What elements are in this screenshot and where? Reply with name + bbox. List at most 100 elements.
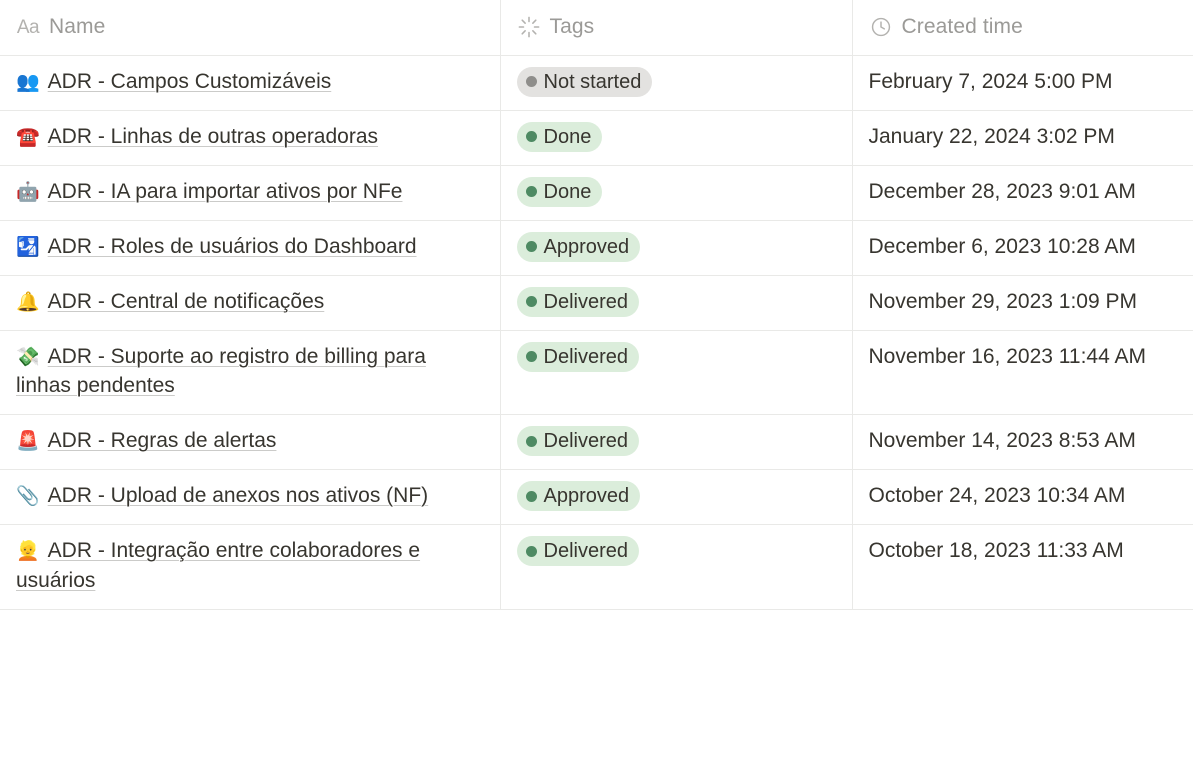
table-row[interactable]: 📎 ADR - Upload de anexos nos ativos (NF) A…	[0, 469, 1193, 526]
status-badge[interactable]: Delivered	[516, 286, 639, 317]
table-row[interactable]: 🔔 ADR - Central de notificações Delivered N…	[0, 275, 1193, 331]
created-time-value: December 6, 2023 10:28 AM	[868, 234, 1136, 258]
paperclip-emoji: 📎	[16, 485, 40, 508]
cell-created-time[interactable]: November 29, 2023 1:09 PM	[852, 275, 1193, 331]
cell-created-time[interactable]: October 24, 2023 10:34 AM	[852, 469, 1193, 526]
cell-name[interactable]: 👱 ADR - Integração entre colaboradores e …	[0, 524, 501, 610]
title-aa-icon: Aa	[16, 16, 40, 38]
cell-name[interactable]: 👥 ADR - Campos Customizáveis	[0, 55, 501, 111]
status-badge[interactable]: Delivered	[516, 536, 639, 567]
status-dot-icon	[525, 490, 537, 502]
column-header-created-time-label: Created time	[901, 15, 1023, 39]
column-header-name-label: Name	[49, 15, 106, 39]
busts-in-silhouette-emoji: 👥	[16, 70, 40, 93]
cell-created-time[interactable]: November 16, 2023 11:44 AM	[852, 330, 1193, 416]
table-row[interactable]: 💸 ADR - Suporte ao registro de billing pa…	[0, 330, 1193, 416]
cell-name[interactable]: 🛂 ADR - Roles de usuários do Dashboard	[0, 220, 501, 276]
page-title-link[interactable]: ADR - Linhas de outras operadoras	[48, 125, 378, 148]
status-badge[interactable]: Delivered	[516, 426, 639, 457]
cell-tags[interactable]: Done	[500, 110, 853, 166]
status-dot-icon	[525, 241, 537, 252]
cell-tags[interactable]: Approved	[500, 220, 853, 276]
cell-created-time[interactable]: December 6, 2023 10:28 AM	[852, 220, 1193, 276]
created-time-value: November 29, 2023 1:09 PM	[868, 289, 1138, 313]
clock-icon	[869, 15, 893, 39]
status-dot-icon	[525, 435, 537, 447]
status-badge[interactable]: Done	[516, 176, 603, 207]
cell-name[interactable]: 🤖 ADR - IA para importar ativos por NFe	[0, 165, 501, 221]
cell-tags[interactable]: Done	[500, 165, 853, 221]
page-title-link[interactable]: ADR - IA para importar ativos por NFe	[48, 180, 403, 203]
table-body: 👥 ADR - Campos Customizáveis Not started Fe…	[0, 55, 1193, 610]
table-row[interactable]: 👥 ADR - Campos Customizáveis Not started Fe…	[0, 55, 1193, 111]
cell-tags[interactable]: Approved	[500, 469, 853, 526]
table-row[interactable]: ☎️ ADR - Linhas de outras operadoras Done J…	[0, 110, 1193, 166]
created-time-value: November 16, 2023 11:44 AM	[868, 344, 1146, 368]
status-dot-icon	[525, 186, 537, 197]
status-dot-icon	[525, 545, 537, 557]
status-badge[interactable]: Done	[516, 121, 603, 152]
page-title-link[interactable]: ADR - Regras de alertas	[48, 429, 277, 452]
cell-created-time[interactable]: February 7, 2024 5:00 PM	[852, 55, 1193, 111]
table-header: Aa Name Tags Created time	[0, 0, 1193, 56]
cell-tags[interactable]: Delivered	[500, 275, 853, 331]
status-badge[interactable]: Approved	[516, 231, 641, 262]
created-time-value: October 24, 2023 10:34 AM	[868, 484, 1126, 508]
cell-name[interactable]: ☎️ ADR - Linhas de outras operadoras	[0, 110, 501, 166]
status-badge[interactable]: Not started	[516, 66, 653, 97]
status-badge-label: Delivered	[543, 345, 628, 368]
cell-name[interactable]: 🔔 ADR - Central de notificações	[0, 275, 501, 331]
page-title-link[interactable]: ADR - Campos Customizáveis	[48, 70, 332, 93]
page-title-link[interactable]: ADR - Central de notificações	[48, 290, 325, 313]
table-row[interactable]: 🚨 ADR - Regras de alertas Delivered Novembe…	[0, 414, 1193, 471]
status-badge[interactable]: Delivered	[516, 341, 639, 372]
status-badge-label: Delivered	[543, 290, 628, 313]
cell-tags[interactable]: Delivered	[500, 414, 853, 471]
status-badge-label: Delivered	[543, 540, 628, 563]
passport-control-emoji: 🛂	[16, 235, 40, 258]
status-badge-label: Done	[543, 180, 592, 203]
money-with-wings-emoji: 💸	[16, 345, 40, 368]
status-badge-label: Approved	[543, 235, 630, 258]
created-time-value: January 22, 2024 3:02 PM	[868, 124, 1115, 148]
created-time-value: November 14, 2023 8:53 AM	[868, 429, 1136, 453]
status-dot-icon	[525, 296, 537, 307]
police-car-light-emoji: 🚨	[16, 430, 40, 453]
cell-tags[interactable]: Delivered	[500, 330, 853, 416]
cell-created-time[interactable]: December 28, 2023 9:01 AM	[852, 165, 1193, 221]
cell-name[interactable]: 📎 ADR - Upload de anexos nos ativos (NF)	[0, 469, 501, 526]
table-row[interactable]: 👱 ADR - Integração entre colaboradores e …	[0, 524, 1193, 610]
column-header-tags[interactable]: Tags	[500, 0, 853, 56]
cell-name[interactable]: 💸 ADR - Suporte ao registro de billing pa…	[0, 330, 501, 416]
table-row[interactable]: 🤖 ADR - IA para importar ativos por NFe Do…	[0, 165, 1193, 221]
page-title-link[interactable]: ADR - Upload de anexos nos ativos (NF)	[48, 484, 429, 507]
cell-name[interactable]: 🚨 ADR - Regras de alertas	[0, 414, 501, 471]
page-title-link[interactable]: ADR - Suporte ao registro de billing par…	[16, 345, 426, 398]
bell-emoji: 🔔	[16, 290, 40, 313]
cell-created-time[interactable]: January 22, 2024 3:02 PM	[852, 110, 1193, 166]
column-header-name[interactable]: Aa Name	[0, 0, 501, 56]
created-time-value: October 18, 2023 11:33 AM	[868, 539, 1124, 563]
status-badge-label: Done	[543, 125, 592, 148]
status-dot-icon	[525, 351, 537, 362]
status-dot-icon	[525, 76, 537, 87]
created-time-value: December 28, 2023 9:01 AM	[868, 179, 1136, 203]
cell-tags[interactable]: Delivered	[500, 524, 853, 610]
blond-haired-person-emoji: 👱	[16, 540, 40, 563]
status-dot-icon	[525, 131, 537, 142]
status-badge-label: Not started	[543, 70, 642, 93]
multi-select-starburst-icon	[517, 15, 541, 39]
robot-emoji: 🤖	[16, 180, 40, 203]
status-badge-label: Delivered	[543, 430, 628, 453]
telephone-emoji: ☎️	[16, 125, 40, 148]
page-title-link[interactable]: ADR - Roles de usuários do Dashboard	[48, 235, 417, 258]
created-time-value: February 7, 2024 5:00 PM	[868, 69, 1113, 93]
database-table: Aa Name Tags Created time 👥 ADR - Campos…	[0, 0, 1193, 610]
cell-created-time[interactable]: October 18, 2023 11:33 AM	[852, 524, 1193, 610]
cell-created-time[interactable]: November 14, 2023 8:53 AM	[852, 414, 1193, 471]
table-row[interactable]: 🛂 ADR - Roles de usuários do Dashboard App…	[0, 220, 1193, 276]
status-badge[interactable]: Approved	[516, 481, 641, 512]
cell-tags[interactable]: Not started	[500, 55, 853, 111]
page-title-link[interactable]: ADR - Integração entre colaboradores e u…	[16, 539, 420, 592]
column-header-created-time[interactable]: Created time	[852, 0, 1193, 56]
